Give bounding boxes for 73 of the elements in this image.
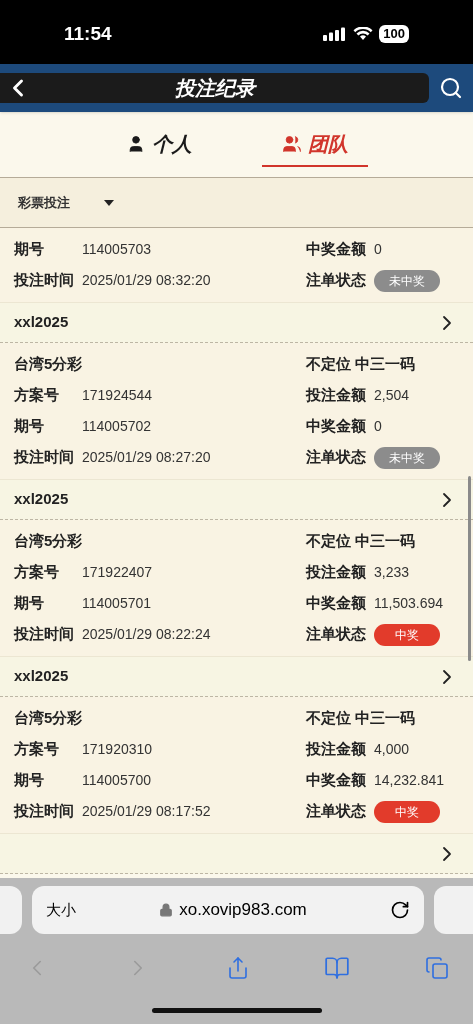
wifi-icon — [353, 27, 374, 41]
play-type: 不定位 中三一码 — [306, 354, 416, 375]
tab[interactable]: 个人 — [105, 122, 212, 167]
field-label: 期号 — [14, 239, 45, 260]
game-name: 台湾5分彩 — [14, 354, 84, 375]
field-value: 171920310 — [82, 740, 154, 759]
address-bar[interactable]: 大小 xo.xovip983.com — [32, 886, 424, 934]
field-label: 方案号 — [14, 562, 60, 583]
lock-icon — [159, 903, 174, 917]
field-label: 期号 — [14, 770, 45, 791]
battery-indicator: 100 — [379, 25, 409, 43]
field-label: 投注金额 — [306, 385, 367, 406]
adjacent-tab[interactable] — [0, 886, 22, 934]
status-badge: 未中奖 — [374, 446, 440, 469]
field-label: 中奖金额 — [306, 416, 367, 437]
user-row[interactable]: xxl2025 — [0, 480, 473, 520]
field-label: 中奖金额 — [306, 593, 367, 614]
field-label: 投注时间 — [14, 801, 75, 822]
field-value: 3,233 — [374, 563, 410, 582]
field-value: 171922407 — [82, 563, 154, 582]
bookmarks-icon[interactable] — [324, 955, 351, 981]
field-label: 注单状态 — [306, 801, 367, 822]
field-value: 14,232.841 — [374, 771, 445, 790]
field-value: 114005703 — [82, 240, 153, 259]
reload-icon[interactable] — [390, 900, 410, 920]
field-value: 0 — [374, 417, 382, 436]
field-value: 4,000 — [374, 740, 410, 759]
field-label: 期号 — [14, 416, 45, 437]
clock: 11:54 — [64, 21, 112, 46]
game-name: 台湾5分彩 — [14, 531, 84, 552]
status-badge: 中奖 — [374, 800, 440, 823]
game-name: 台湾5分彩 — [14, 708, 84, 729]
field-label: 投注时间 — [14, 624, 75, 645]
field-label: 中奖金额 — [306, 770, 367, 791]
play-type: 不定位 中三一码 — [306, 531, 416, 552]
field-label: 注单状态 — [306, 447, 367, 468]
group-icon — [281, 133, 302, 154]
field-label: 投注金额 — [306, 739, 367, 760]
field-value: 114005700 — [82, 771, 153, 790]
adjacent-tab[interactable] — [434, 886, 473, 934]
dropdown-caret-icon — [104, 199, 114, 206]
field-value: 2025/01/29 08:27:20 — [82, 448, 212, 467]
page-title: 投注纪录 — [173, 76, 258, 101]
field-label: 方案号 — [14, 739, 60, 760]
field-label: 期号 — [14, 593, 45, 614]
play-type: 不定位 中三一码 — [306, 708, 416, 729]
field-label: 投注时间 — [14, 270, 75, 291]
field-value: 114005701 — [82, 594, 153, 613]
user-row[interactable]: xxl2025 — [0, 657, 473, 697]
search-icon[interactable] — [439, 76, 463, 100]
user-row[interactable]: xxl2025 — [0, 303, 473, 343]
status-badge: 中奖 — [374, 623, 440, 646]
field-label: 投注金额 — [306, 562, 367, 583]
field-label: 投注时间 — [14, 447, 75, 468]
field-label: 注单状态 — [306, 624, 367, 645]
url-text: xo.xovip983.com — [179, 899, 307, 922]
field-value: 171924544 — [82, 386, 154, 405]
field-value: 114005702 — [82, 417, 153, 436]
field-value: 11,503.694 — [374, 594, 444, 613]
field-label: 注单状态 — [306, 270, 367, 291]
signal-icon — [323, 27, 348, 41]
field-value: 2025/01/29 08:22:24 — [82, 625, 212, 644]
tabs-icon[interactable] — [425, 956, 449, 980]
field-label: 方案号 — [14, 385, 60, 406]
category-dropdown[interactable]: 彩票投注 — [18, 192, 114, 213]
field-value: 2025/01/29 08:17:52 — [82, 802, 212, 821]
status-badge: 未中奖 — [374, 269, 440, 292]
field-value: 2025/01/29 08:32:20 — [82, 271, 212, 290]
field-label: 中奖金额 — [306, 239, 367, 260]
text-size-button[interactable]: 大小 — [46, 898, 76, 922]
field-value: 0 — [374, 240, 382, 259]
tab[interactable]: 团队 — [261, 122, 368, 167]
field-value: 2,504 — [374, 386, 410, 405]
